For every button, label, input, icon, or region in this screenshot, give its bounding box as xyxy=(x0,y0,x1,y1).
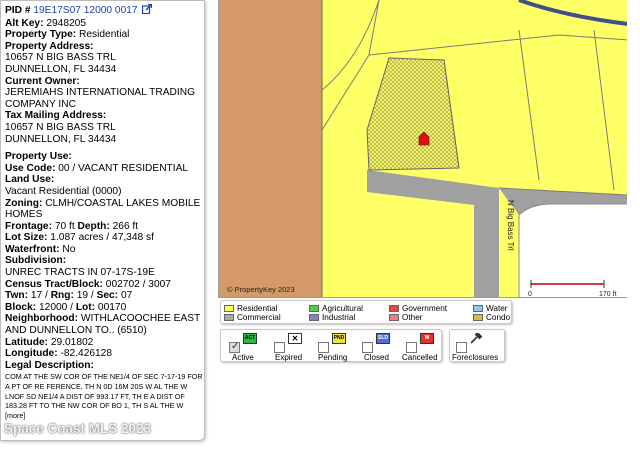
block-label: Block: xyxy=(5,301,37,313)
waterfront-label: Waterfront: xyxy=(5,243,60,255)
scale-end: 170 ft xyxy=(599,291,617,298)
pid-link[interactable]: 19E17S07 12000 0017 xyxy=(33,5,137,16)
legend-other: Other xyxy=(389,313,422,322)
cancelled-label: Cancelled xyxy=(402,353,438,362)
waterfront-value: No xyxy=(62,243,76,255)
legal-description-value: COM AT THE SW COR OF THE NE1/4 OF SEC 7-… xyxy=(5,372,203,420)
legend-agricultural: Agricultural xyxy=(309,304,363,313)
twn-label: Twn: xyxy=(5,290,29,302)
map-copyright: © PropertyKey 2023 xyxy=(227,285,295,294)
expired-flag-icon: ✕ xyxy=(288,333,302,344)
latitude-label: Latitude: xyxy=(5,336,49,348)
filter-foreclosures[interactable]: Foreclosures xyxy=(449,329,505,362)
current-owner-value: JEREMIAHS INTERNATIONAL TRADING COMPANY … xyxy=(5,87,195,110)
alt-key-value: 2948205 xyxy=(46,17,87,29)
land-use-legend: Residential Commercial Agricultural Indu… xyxy=(220,300,512,324)
legend-government: Government xyxy=(389,304,447,313)
pending-label: Pending xyxy=(318,353,348,362)
lot-size-label: Lot Size: xyxy=(5,232,48,244)
subdivision-value: UNREC TRACTS IN 07-17S-19E xyxy=(5,267,155,279)
land-use-value: Vacant Residential (0000) xyxy=(5,185,122,197)
tax-mailing-line1: 10657 N BIG BASS TRL xyxy=(5,121,116,133)
use-code-value: 00 / VACANT RESIDENTIAL xyxy=(58,162,189,174)
active-flag-icon: ACT xyxy=(243,333,257,344)
longitude-label: Longitude: xyxy=(5,348,58,360)
closed-checkbox[interactable] xyxy=(362,342,373,353)
subdivision-label: Subdivision: xyxy=(5,255,67,267)
pending-flag-icon: PND xyxy=(332,333,346,344)
sec-value: 07 xyxy=(120,290,133,302)
pid-row: PID # 19E17S07 12000 0017 xyxy=(5,4,204,18)
property-type-label: Property Type: xyxy=(5,29,77,41)
scale-start: 0 xyxy=(528,291,532,298)
cancelled-checkbox[interactable] xyxy=(406,342,417,353)
property-address-label: Property Address: xyxy=(5,40,94,52)
zoning-label: Zoning: xyxy=(5,197,43,209)
neighborhood-label: Neighborhood: xyxy=(5,313,78,325)
lot-value: 00170 xyxy=(97,301,127,313)
legend-residential: Residential xyxy=(224,304,278,313)
property-address-line1: 10657 N BIG BASS TRL xyxy=(5,52,116,64)
listing-status-filters: ACT Active ✕ Expired PND Pending SLD Clo… xyxy=(220,329,442,362)
tax-mailing-label: Tax Mailing Address: xyxy=(5,110,107,122)
property-type-value: Residential xyxy=(78,29,130,41)
foreclosures-label: Foreclosures xyxy=(452,353,499,362)
census-value: 002702 / 3007 xyxy=(105,278,171,290)
road-label: N Big Bass Trl xyxy=(506,200,515,251)
property-address-line2: DUNNELLON, FL 34434 xyxy=(5,63,117,75)
active-label: Active xyxy=(232,353,254,362)
frontage-label: Frontage: xyxy=(5,220,52,232)
twn-value: 17 xyxy=(30,290,43,302)
latitude-value: 29.01802 xyxy=(50,336,94,348)
mls-watermark: Space Coast MLS 2023 xyxy=(4,421,152,436)
frontage-value: 70 ft xyxy=(54,220,75,232)
sec-label: Sec: xyxy=(96,290,119,302)
lot-size-value: 1.087 acres / 47,348 sf xyxy=(50,232,154,244)
foreclosures-checkbox[interactable] xyxy=(456,342,467,353)
rng-label: Rng: xyxy=(50,290,74,302)
tax-mailing-line2: DUNNELLON, FL 34434 xyxy=(5,133,117,145)
expired-label: Expired xyxy=(275,353,303,362)
legend-condo: Condo xyxy=(473,313,510,322)
hammer-icon xyxy=(469,331,483,344)
alt-key-label: Alt Key: xyxy=(5,17,44,29)
legend-industrial: Industrial xyxy=(309,313,355,322)
property-use-header: Property Use: xyxy=(5,151,72,163)
census-label: Census Tract/Block: xyxy=(5,278,103,290)
expired-checkbox[interactable] xyxy=(274,342,285,353)
legal-description-label: Legal Description: xyxy=(5,359,94,371)
cancelled-flag-icon: W xyxy=(420,333,434,344)
parcel-map[interactable]: N Big Bass Trl © PropertyKey 2023 0 170 … xyxy=(218,0,627,298)
closed-flag-icon: SLD xyxy=(376,333,390,344)
current-owner-label: Current Owner: xyxy=(5,75,80,87)
closed-label: Closed xyxy=(364,353,389,362)
lot-label: Lot: xyxy=(75,301,96,313)
active-checkbox[interactable] xyxy=(229,341,240,353)
external-link-icon[interactable] xyxy=(142,4,153,18)
pid-label: PID # xyxy=(5,5,31,16)
depth-label: Depth: xyxy=(77,220,110,232)
property-info-panel: PID # 19E17S07 12000 0017 Alt Key: 29482… xyxy=(0,0,205,441)
depth-value: 266 ft xyxy=(112,220,139,232)
longitude-value: -82.426128 xyxy=(60,348,113,360)
legend-water: Water xyxy=(473,304,508,313)
pending-checkbox[interactable] xyxy=(318,342,329,353)
block-value: 12000 xyxy=(38,301,68,313)
land-use-label: Land Use: xyxy=(5,174,55,186)
brown-area xyxy=(219,0,322,297)
use-code-label: Use Code: xyxy=(5,162,56,174)
legend-commercial: Commercial xyxy=(224,313,281,322)
rng-value: 19 xyxy=(76,290,89,302)
